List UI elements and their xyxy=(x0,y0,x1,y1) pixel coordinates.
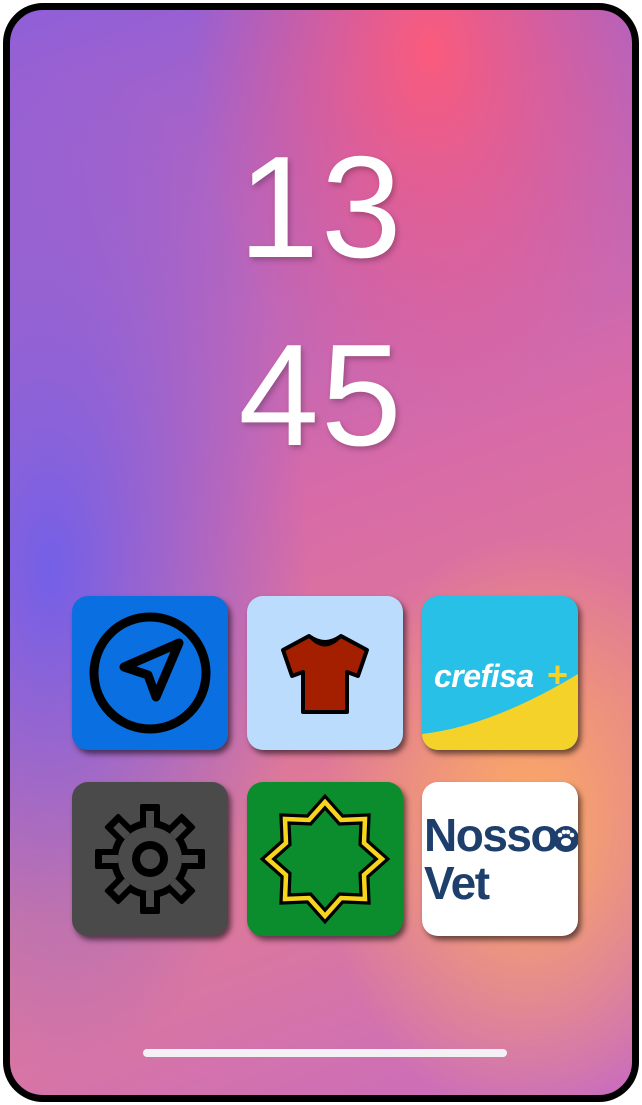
clock-minute: 45 xyxy=(238,314,404,476)
phone-screen: 13 45 crefisa + Nosso Vet xyxy=(3,3,639,1102)
app-clothing[interactable] xyxy=(247,596,403,750)
app-nossovet[interactable]: Nosso Vet xyxy=(422,782,578,936)
tshirt-icon xyxy=(281,634,369,714)
octagram-star-icon xyxy=(259,793,391,925)
home-indicator[interactable] xyxy=(143,1049,507,1057)
app-crefisa[interactable]: crefisa + xyxy=(422,596,578,750)
clock-hour: 13 xyxy=(238,126,404,288)
paw-icon xyxy=(553,826,578,852)
app-settings[interactable] xyxy=(72,782,228,936)
app-location[interactable] xyxy=(72,596,228,750)
navigation-arrow-icon xyxy=(89,612,211,734)
crefisa-plus: + xyxy=(547,654,569,695)
app-islamic[interactable] xyxy=(247,782,403,936)
crefisa-label: crefisa xyxy=(434,658,534,694)
gear-icon xyxy=(95,804,205,914)
